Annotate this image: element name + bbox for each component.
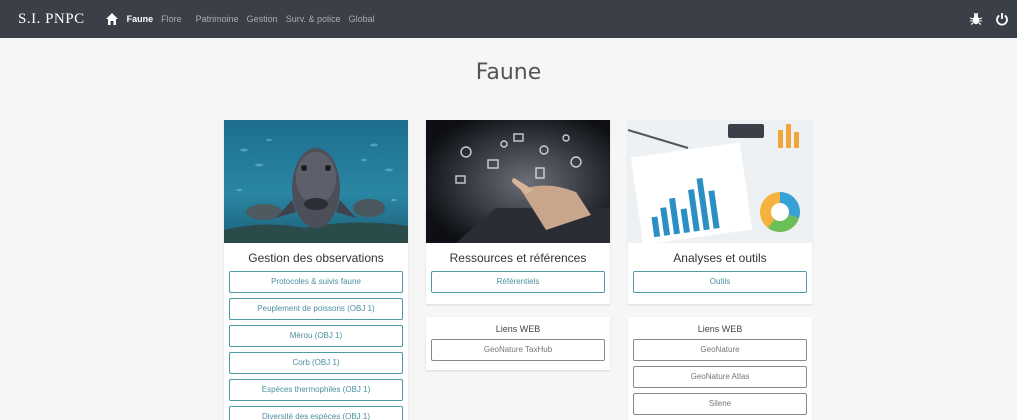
protocoles-suivis-faune-button[interactable]: Protocoles & suivis faune — [229, 271, 403, 293]
card-buttons: Protocoles & suivis faune Peuplement de … — [224, 271, 408, 420]
liens-web-card: Liens WEB GeoNature GeoNature Atlas Sile… — [628, 317, 812, 420]
card-ressources-references: Ressources et références Référentiels — [426, 120, 610, 304]
bug-icon[interactable] — [969, 12, 983, 26]
geonature-atlas-link[interactable]: GeoNature Atlas — [633, 366, 807, 388]
silene-link[interactable]: Silene — [633, 393, 807, 415]
card-buttons: Référentiels — [426, 271, 610, 304]
page-title: Faune — [475, 60, 542, 85]
corb-button[interactable]: Corb (OBJ 1) — [229, 352, 403, 374]
card-analyses-outils: Analyses et outils Outils — [628, 120, 812, 304]
column-ressources-references: Ressources et références Référentiels Li… — [426, 120, 610, 370]
merou-button[interactable]: Mérou (OBJ 1) — [229, 325, 403, 347]
diversite-especes-button[interactable]: Diversité des espèces (OBJ 1) — [229, 406, 403, 420]
tablet-touch-image — [426, 120, 610, 243]
liens-web-title: Liens WEB — [495, 324, 541, 334]
card-gestion-observations: Gestion des observations Protocoles & su… — [224, 120, 408, 420]
column-gestion-observations: Gestion des observations Protocoles & su… — [224, 120, 408, 420]
home-icon[interactable] — [105, 12, 119, 26]
liens-web-card: Liens WEB GeoNature TaxHub — [426, 317, 610, 370]
grouper-fish-image — [224, 120, 408, 243]
referentiels-button[interactable]: Référentiels — [431, 271, 605, 293]
geonature-taxhub-link[interactable]: GeoNature TaxHub — [431, 339, 605, 361]
column-analyses-outils: Analyses et outils Outils Liens WEB GeoN… — [628, 120, 812, 420]
nav-surv-police[interactable]: Surv. & police — [286, 14, 341, 24]
nav-global[interactable]: Global — [349, 14, 375, 24]
navbar-right — [969, 0, 1009, 38]
geonature-link[interactable]: GeoNature — [633, 339, 807, 361]
card-title: Gestion des observations — [248, 251, 384, 265]
brand-logo[interactable]: S.I. PNPC — [18, 11, 85, 28]
card-title: Analyses et outils — [673, 251, 767, 265]
nav-faune[interactable]: Faune — [127, 14, 154, 24]
card-buttons: Outils — [628, 271, 812, 304]
top-navbar: S.I. PNPC Faune Flore Patrimoine Gestion… — [0, 0, 1017, 38]
nav-patrimoine[interactable]: Patrimoine — [196, 14, 239, 24]
charts-analytics-image — [628, 120, 812, 243]
card-title: Ressources et références — [449, 251, 587, 265]
peuplement-poissons-button[interactable]: Peuplement de poissons (OBJ 1) — [229, 298, 403, 320]
outils-button[interactable]: Outils — [633, 271, 807, 293]
especes-thermophiles-button[interactable]: Espèces thermophiles (OBJ 1) — [229, 379, 403, 401]
nav-flore[interactable]: Flore — [161, 14, 182, 24]
power-icon[interactable] — [995, 12, 1009, 26]
nav-gestion[interactable]: Gestion — [247, 14, 278, 24]
liens-web-title: Liens WEB — [697, 324, 743, 334]
